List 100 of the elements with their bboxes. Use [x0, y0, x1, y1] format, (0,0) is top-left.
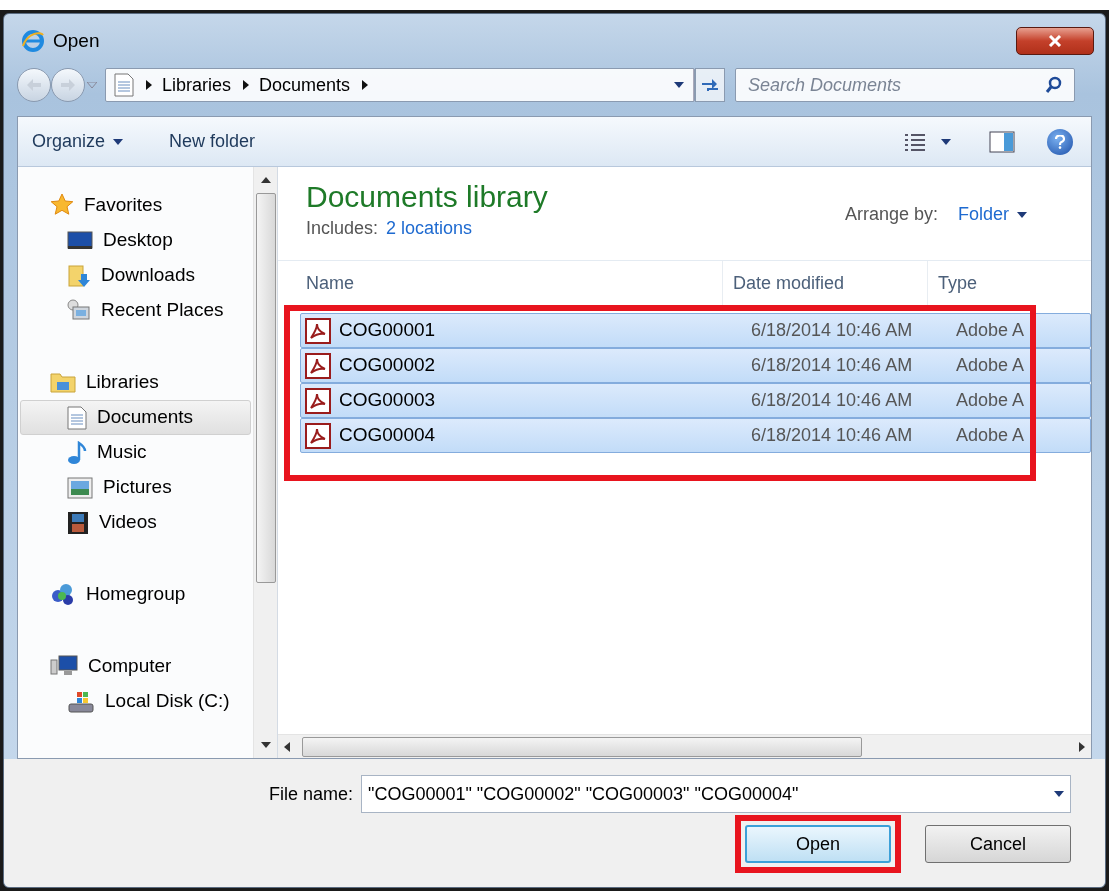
drive-icon — [67, 689, 95, 714]
back-button[interactable] — [17, 68, 51, 102]
nav-item[interactable]: Downloads — [20, 258, 251, 293]
file-name: COG00001 — [339, 318, 436, 343]
file-row[interactable]: COG00002 6/18/2014 10:46 AM Adobe A — [300, 348, 1091, 383]
pane-icon — [989, 130, 1015, 153]
file-name-label: File name: — [268, 782, 353, 806]
file-name: COG00003 — [339, 388, 436, 413]
nav-label: Videos — [99, 510, 157, 535]
film-icon — [67, 510, 89, 535]
nav-item[interactable]: Recent Places — [20, 293, 251, 328]
horizontal-scrollbar[interactable] — [278, 734, 1091, 758]
search-field[interactable]: Search Documents — [735, 68, 1075, 102]
pdf-file-icon — [305, 317, 331, 344]
preview-pane-button[interactable] — [989, 130, 1015, 153]
picture-icon — [67, 476, 93, 499]
date-cell-text: 6/18/2014 10:46 AM — [750, 389, 914, 412]
browser-e-icon — [21, 29, 45, 53]
column-header[interactable]: Type — [928, 261, 1091, 305]
library-title: Documents library — [306, 179, 548, 215]
search-icon — [1045, 76, 1063, 94]
date-cell-text: 6/18/2014 10:46 AM — [750, 424, 914, 447]
cancel-button[interactable]: Cancel — [925, 825, 1071, 863]
nav-group[interactable]: Homegroup — [20, 576, 251, 612]
file-name-field[interactable]: "COG00001" "COG00002" "COG00003" "COG00004" — [361, 775, 1071, 813]
chevron-icon — [146, 80, 152, 90]
library-folder-icon — [50, 370, 76, 394]
open-button[interactable]: Open — [745, 825, 891, 863]
list-view-icon — [903, 131, 927, 152]
nav-label: Local Disk (C:) — [105, 689, 230, 714]
type-cell-text: Adobe A — [955, 424, 1025, 447]
breadcrumb-item[interactable]: Libraries — [162, 71, 232, 99]
view-button[interactable] — [903, 131, 951, 152]
type-cell-text: Adobe A — [955, 354, 1025, 377]
nav-label: Computer — [88, 653, 172, 678]
address-bar[interactable]: Libraries Documents — [105, 68, 695, 102]
right-arrow-icon — [1079, 741, 1085, 752]
nav-item[interactable]: Pictures — [20, 470, 251, 505]
pdf-file-icon — [305, 422, 331, 449]
close-button[interactable] — [1016, 27, 1094, 55]
music-note-icon — [67, 440, 87, 465]
file-name: COG00004 — [339, 423, 436, 448]
scroll-thumb[interactable] — [255, 193, 276, 583]
help-button[interactable] — [1047, 128, 1073, 155]
file-row[interactable]: COG00001 6/18/2014 10:46 AM Adobe A — [300, 313, 1091, 348]
file-name-value: "COG00001" "COG00002" "COG00003" "COG00004" — [368, 782, 799, 806]
chevron-icon — [243, 80, 250, 90]
star-icon — [50, 193, 74, 217]
caret-icon — [1017, 211, 1027, 218]
caret-icon — [113, 138, 124, 145]
file-name: COG00002 — [339, 353, 436, 378]
includes-label: Includes: — [306, 217, 379, 240]
pdf-file-icon — [305, 352, 331, 379]
nav-group[interactable]: Favorites — [20, 187, 251, 223]
document-icon — [67, 405, 87, 430]
column-header[interactable]: Date modified — [723, 261, 928, 305]
nav-label: Homegroup — [86, 581, 186, 606]
homegroup-icon — [50, 582, 76, 606]
column-header[interactable]: Name — [278, 261, 723, 305]
help-icon — [1055, 134, 1065, 149]
date-cell-text: 6/18/2014 10:46 AM — [750, 354, 914, 377]
new-folder-button[interactable]: New folder — [169, 128, 256, 155]
folder-download-icon — [67, 263, 91, 288]
nav-item[interactable]: Videos — [20, 505, 251, 540]
type-cell-text: Adobe A — [955, 319, 1025, 342]
computer-icon — [50, 654, 78, 678]
scroll-thumb[interactable] — [302, 736, 862, 757]
nav-item[interactable]: Desktop — [20, 223, 251, 258]
up-arrow-icon — [260, 177, 271, 183]
dropdown-caret-icon — [1054, 791, 1064, 797]
nav-label: Downloads — [101, 263, 195, 288]
refresh-icon — [700, 77, 720, 93]
breadcrumb-item[interactable]: Documents — [259, 71, 351, 99]
nav-group[interactable]: Libraries — [20, 364, 251, 400]
nav-label: Favorites — [84, 192, 163, 217]
nav-item[interactable]: Music — [20, 435, 251, 470]
left-arrow-icon — [284, 741, 290, 752]
organize-button[interactable]: Organize — [32, 128, 124, 155]
chevron-icon — [362, 80, 369, 90]
down-arrow-icon — [260, 742, 271, 748]
nav-item[interactable]: Documents — [20, 400, 251, 435]
type-cell-text: Adobe A — [955, 389, 1025, 412]
nav-group[interactable]: Computer — [20, 648, 251, 684]
file-row[interactable]: COG00003 6/18/2014 10:46 AM Adobe A — [300, 383, 1091, 418]
window-title: Open — [53, 28, 100, 53]
monitor-icon — [67, 229, 93, 252]
nav-label: Libraries — [86, 369, 159, 394]
locations-link[interactable]: 2 locations — [386, 215, 473, 242]
nav-label: Pictures — [103, 475, 172, 500]
arrange-label: Arrange by: — [844, 203, 938, 226]
vertical-scrollbar[interactable] — [253, 167, 277, 758]
caret-icon — [673, 82, 684, 88]
forward-button[interactable] — [51, 68, 85, 102]
nav-label: Recent Places — [101, 298, 224, 323]
caret-icon — [87, 82, 97, 88]
arrange-dropdown[interactable]: Folder — [957, 201, 1027, 228]
nav-label: Documents — [97, 405, 194, 430]
refresh-button[interactable] — [695, 68, 725, 102]
nav-item[interactable]: Local Disk (C:) — [20, 684, 251, 719]
file-row[interactable]: COG00004 6/18/2014 10:46 AM Adobe A — [300, 418, 1091, 453]
